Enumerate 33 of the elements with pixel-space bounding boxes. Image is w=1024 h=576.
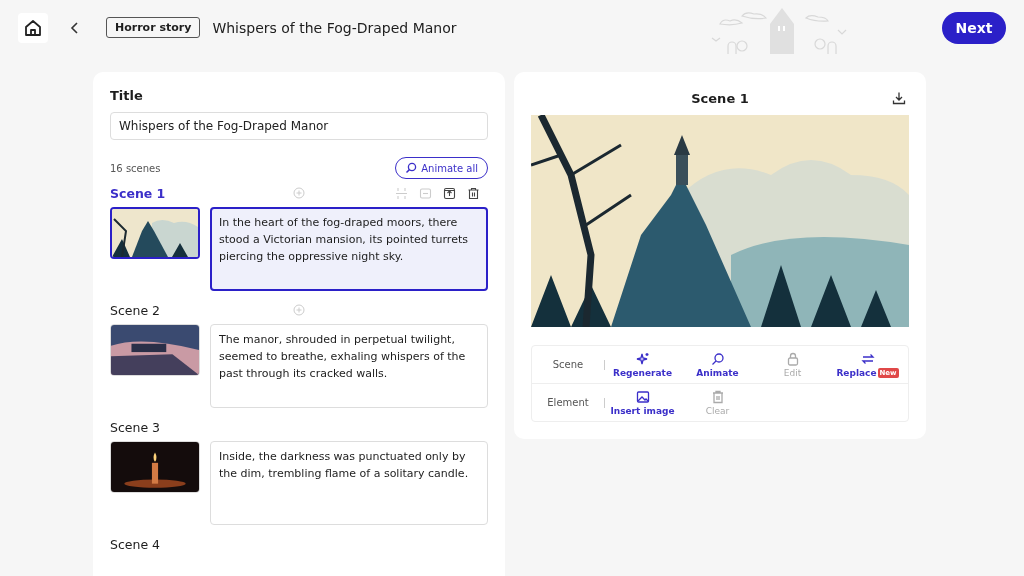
scene-text-field[interactable]: The manor, shrouded in perpetual twilight, seemed to breathe, exhaling whispers of the past through its cracked walls.: [210, 324, 488, 408]
action-button[interactable]: Insert image: [605, 389, 680, 416]
scene-text-field[interactable]: Inside, the darkness was punctuated only by the dim, trembling flame of a solitary candle.: [210, 441, 488, 525]
title-input[interactable]: Whispers of the Fog-Draped Manor: [110, 112, 488, 140]
genre-tag: Horror story: [106, 17, 201, 38]
home-icon: [23, 17, 43, 38]
swap-arrows-icon: [860, 351, 875, 366]
scene-count: 16 scenes: [110, 162, 161, 174]
scene-text-field[interactable]: In the heart of the fog-draped moors, there stood a Victorian mansion, its pointed turrets piercing the oppressive night sky.: [210, 207, 488, 291]
home-button[interactable]: [18, 12, 48, 43]
back-icon[interactable]: [70, 20, 80, 35]
image-icon: [635, 389, 650, 404]
magnifier-icon: [710, 351, 725, 366]
animate-all-button[interactable]: Animate all: [395, 157, 488, 179]
sparkle-icon: [635, 351, 650, 366]
action-row-label: Scene: [551, 359, 585, 370]
preview-title: Scene 1: [691, 90, 749, 106]
next-button[interactable]: Next: [942, 11, 1006, 44]
trash-icon: [710, 389, 725, 404]
magnifier-icon: [405, 162, 418, 174]
scene-title: Scene 4: [110, 536, 161, 552]
download-icon[interactable]: [892, 91, 906, 105]
scene-title: Scene 3: [110, 419, 161, 435]
title-label: Title: [110, 88, 144, 103]
trash-icon[interactable]: [467, 186, 480, 200]
scene-title: Scene 1: [110, 185, 166, 201]
action-button[interactable]: Regenerate: [605, 351, 680, 378]
story-title: Whispers of the Fog-Draped Manor: [212, 19, 457, 36]
scene-title: Scene 2: [110, 302, 161, 318]
upload-icon[interactable]: [443, 186, 456, 200]
lock-icon: [785, 351, 800, 366]
action-button[interactable]: Animate: [680, 351, 755, 378]
action-row-label: Element: [546, 397, 590, 408]
